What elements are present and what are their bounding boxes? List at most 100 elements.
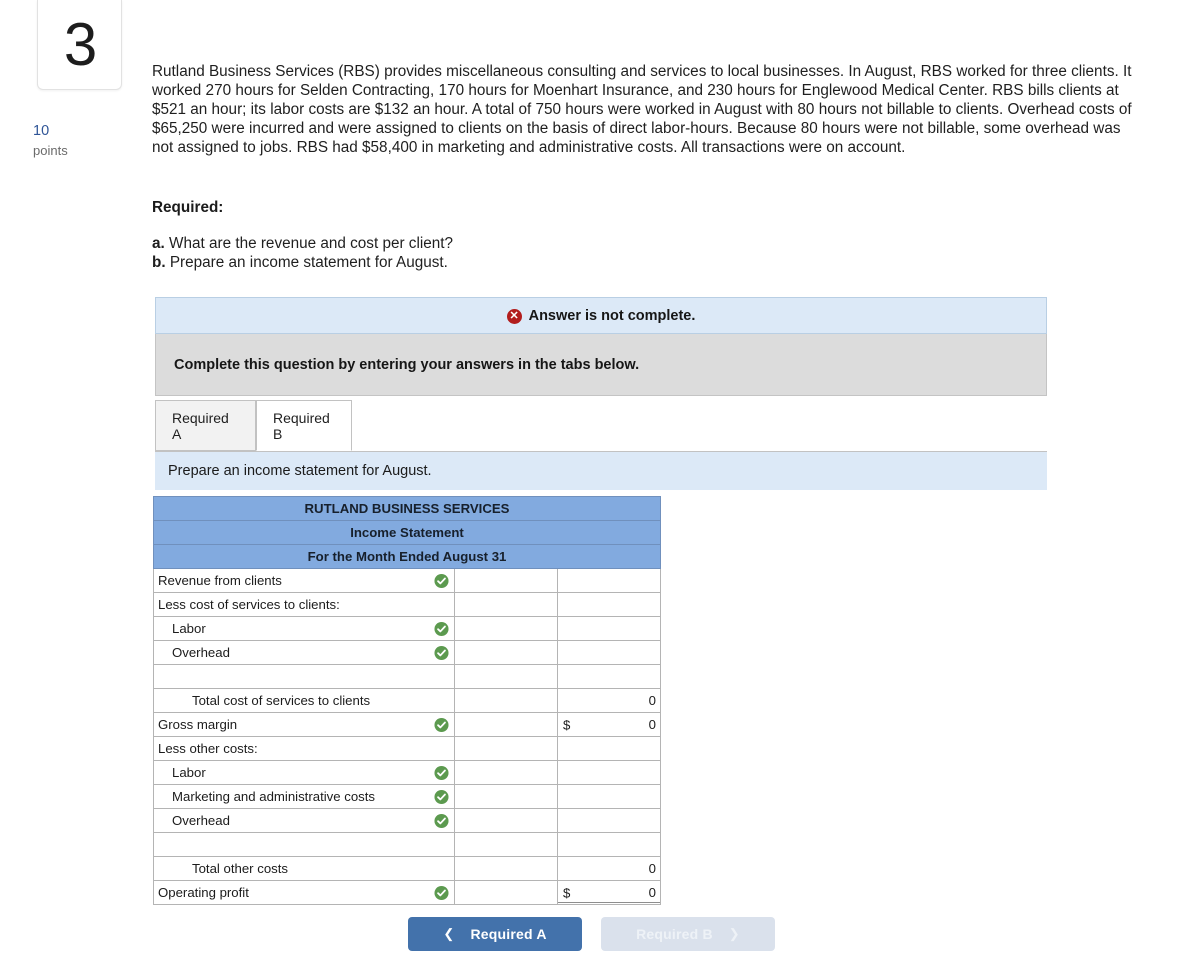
green-check-circle-icon — [434, 621, 449, 636]
row-right-cell[interactable] — [557, 736, 661, 761]
requirement-text: Prepare an income statement for August. — [169, 254, 448, 272]
row-right-cell: 0 — [557, 856, 661, 881]
tab-required-a[interactable]: Required A — [155, 400, 256, 451]
row-label-cell[interactable]: Operating profit — [153, 880, 455, 905]
prev-button-label: Required A — [470, 926, 547, 942]
row-mid-cell[interactable] — [454, 664, 558, 689]
table-row: Revenue from clients — [153, 568, 661, 593]
row-mid-cell[interactable] — [454, 616, 558, 641]
instruction-banner: Complete this question by entering your … — [155, 334, 1047, 396]
statement-header-row: For the Month Ended August 31 — [153, 544, 661, 569]
row-right-value: 0 — [648, 885, 656, 900]
row-right-cell: $ 0 — [557, 712, 661, 737]
row-label-cell[interactable] — [153, 832, 455, 857]
currency-symbol: $ — [563, 717, 571, 732]
row-right-cell[interactable] — [557, 664, 661, 689]
row-label: Overhead — [172, 813, 230, 828]
green-check-circle-icon — [434, 573, 449, 588]
row-mid-cell[interactable] — [454, 784, 558, 809]
row-right-cell[interactable] — [557, 568, 661, 593]
row-right-cell[interactable] — [557, 616, 661, 641]
statement-title: Income Statement — [153, 520, 661, 545]
table-row: Gross margin $ 0 — [153, 712, 661, 737]
green-check-circle-icon — [434, 645, 449, 660]
row-right-cell[interactable] — [557, 592, 661, 617]
row-label-cell[interactable]: Revenue from clients — [153, 568, 455, 593]
row-mid-cell[interactable] — [454, 808, 558, 833]
row-label: Labor — [172, 621, 206, 636]
row-mid-cell[interactable] — [454, 640, 558, 665]
row-label-cell[interactable]: Labor — [153, 760, 455, 785]
table-row: Overhead — [153, 640, 661, 665]
row-mid-cell[interactable] — [454, 592, 558, 617]
row-label-cell[interactable]: Overhead — [153, 640, 455, 665]
row-label-cell: Total other costs — [153, 856, 455, 881]
row-label: Overhead — [172, 645, 230, 660]
statement-header-row: RUTLAND BUSINESS SERVICES — [153, 496, 661, 521]
statement-period: For the Month Ended August 31 — [153, 544, 661, 569]
table-row: Less cost of services to clients: — [153, 592, 661, 617]
prev-required-a-button[interactable]: ❮ Required A — [408, 917, 582, 951]
question-number-box: 3 — [37, 0, 122, 90]
requirement-label: a. — [152, 235, 165, 252]
row-label: Total cost of services to clients — [192, 693, 371, 708]
row-label-cell[interactable]: Labor — [153, 616, 455, 641]
row-label: Operating profit — [158, 885, 249, 900]
row-mid-cell — [454, 856, 558, 881]
points-label: points — [33, 143, 68, 158]
row-label-cell[interactable]: Less other costs: — [153, 736, 455, 761]
row-label: Revenue from clients — [158, 573, 282, 588]
row-mid-cell[interactable] — [454, 712, 558, 737]
x-circle-icon: ✕ — [506, 309, 522, 324]
row-right-cell[interactable] — [557, 808, 661, 833]
row-label: Gross margin — [158, 717, 238, 732]
row-right-cell: $ 0 — [557, 880, 661, 905]
next-required-b-button[interactable]: Required B ❯ — [601, 917, 775, 951]
requirements-list: a. What are the revenue and cost per cli… — [152, 234, 453, 273]
instruction-text: Complete this question by entering your … — [174, 356, 640, 373]
table-row: Marketing and administrative costs — [153, 784, 661, 809]
table-row: Total cost of services to clients 0 — [153, 688, 661, 713]
row-label-cell[interactable]: Less cost of services to clients: — [153, 592, 455, 617]
answer-status-banner: ✕ Answer is not complete. — [155, 297, 1047, 334]
row-right-value: 0 — [648, 717, 656, 732]
table-row — [153, 664, 661, 689]
row-mid-cell[interactable] — [454, 832, 558, 857]
row-mid-cell[interactable] — [454, 880, 558, 905]
green-check-circle-icon — [434, 789, 449, 804]
table-row: Overhead — [153, 808, 661, 833]
answer-status-text: Answer is not complete. — [528, 307, 696, 324]
table-row: Total other costs 0 — [153, 856, 661, 881]
row-label-cell[interactable]: Marketing and administrative costs — [153, 784, 455, 809]
question-number: 3 — [63, 11, 98, 78]
chevron-left-icon: ❮ — [443, 926, 455, 941]
tab-navigation: ❮ Required A Required B ❯ — [408, 917, 808, 951]
next-button-label: Required B — [636, 926, 713, 942]
row-label: Labor — [172, 765, 206, 780]
requirement-text: What are the revenue and cost per client… — [169, 235, 454, 252]
tab-required-b[interactable]: Required B — [256, 400, 352, 451]
tab-label: Required A — [172, 409, 229, 442]
green-check-circle-icon — [434, 717, 449, 732]
table-row: Labor — [153, 760, 661, 785]
tab-bar: Required A Required B — [155, 400, 1047, 452]
row-right-cell[interactable] — [557, 640, 661, 665]
row-mid-cell[interactable] — [454, 760, 558, 785]
requirement-item: b. Prepare an income statement for Augus… — [152, 253, 453, 272]
income-statement-wrapper: RUTLAND BUSINESS SERVICES Income Stateme… — [153, 496, 661, 905]
green-check-circle-icon — [434, 813, 449, 828]
requirement-label: b. — [152, 254, 166, 272]
row-right-cell[interactable] — [557, 832, 661, 857]
row-label: Less other costs: — [158, 741, 258, 756]
row-label-cell[interactable]: Overhead — [153, 808, 455, 833]
table-row — [153, 832, 661, 857]
row-right-cell: 0 — [557, 688, 661, 713]
row-mid-cell[interactable] — [454, 568, 558, 593]
row-right-cell[interactable] — [557, 784, 661, 809]
row-label-cell[interactable] — [153, 664, 455, 689]
income-statement-body: RUTLAND BUSINESS SERVICES Income Stateme… — [153, 496, 661, 905]
row-label-cell[interactable]: Gross margin — [153, 712, 455, 737]
points-value: 10 — [33, 123, 50, 139]
row-right-cell[interactable] — [557, 760, 661, 785]
row-mid-cell[interactable] — [454, 736, 558, 761]
